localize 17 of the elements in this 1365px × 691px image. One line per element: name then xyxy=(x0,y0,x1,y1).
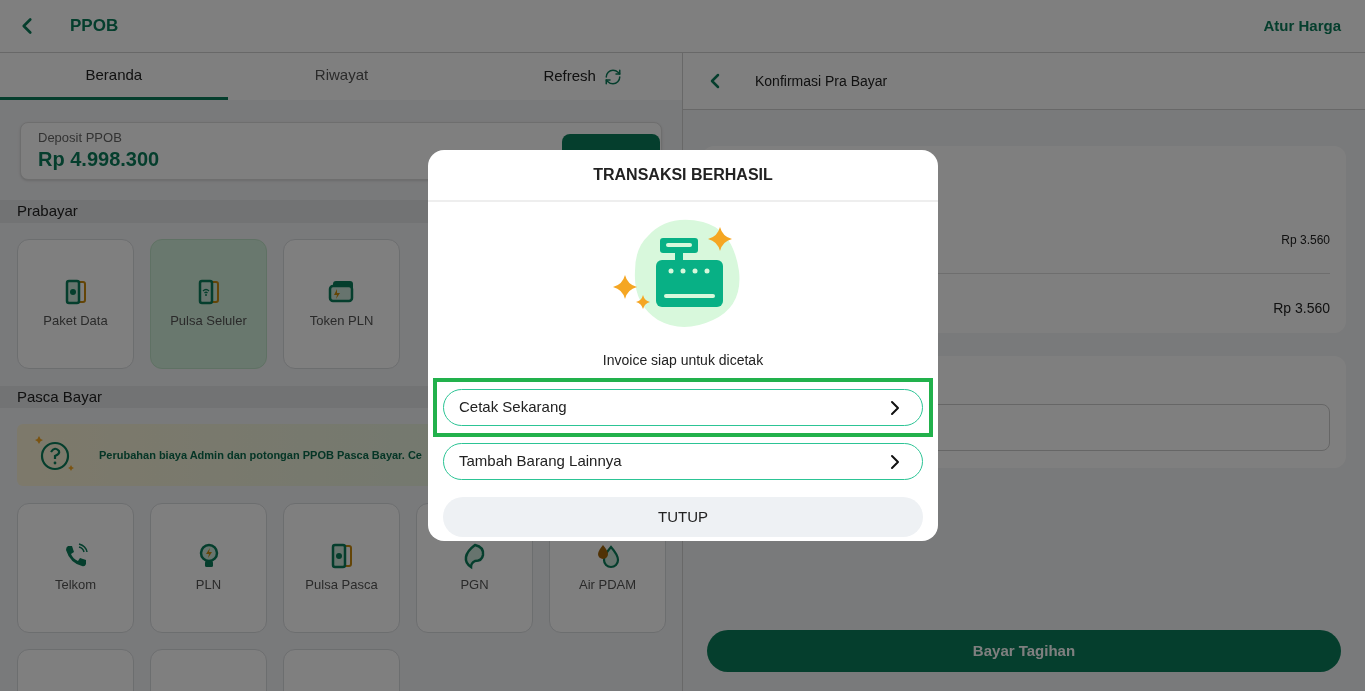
service-label: PLN xyxy=(195,576,222,595)
notice-text: Perubahan biaya Admin dan potongan PPOB Pasca Bayar. Ce xyxy=(99,447,422,463)
service-label: PGN xyxy=(460,576,489,595)
page-title: PPOB xyxy=(70,15,119,38)
service-label: Paket Data xyxy=(43,311,108,330)
dialog-title: TRANSAKSI BERHASIL xyxy=(593,165,773,185)
service-label: Pulsa Pasca xyxy=(305,576,378,595)
service-label: Pulsa Seluler xyxy=(170,311,247,330)
confirm-title: Konfirmasi Pra Bayar xyxy=(755,71,888,91)
deposit-label: Deposit PPOB xyxy=(38,130,123,147)
service-label: Air PDAM xyxy=(578,576,637,595)
service-label: Token PLN xyxy=(309,311,374,330)
dialog-message: Invoice siap untuk dicetak xyxy=(601,351,765,370)
price-value: Rp 3.560 xyxy=(1273,299,1330,318)
price-value: Rp 3.560 xyxy=(1281,232,1330,249)
service-label: Telkom xyxy=(54,576,97,595)
deposit-amount: Rp 4.998.300 xyxy=(38,146,160,172)
